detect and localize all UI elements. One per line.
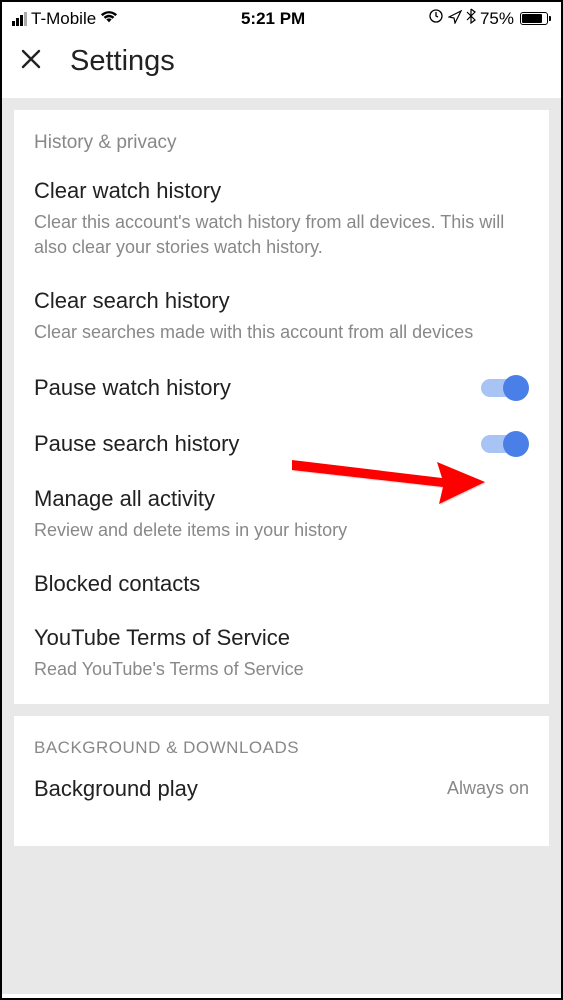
status-bar: T-Mobile 5:21 PM 75% <box>2 2 561 31</box>
carrier-label: T-Mobile <box>31 9 96 29</box>
item-title: Background play <box>34 776 198 802</box>
pause-watch-history-item: Pause watch history <box>34 374 529 402</box>
close-icon[interactable] <box>20 48 42 75</box>
item-desc: Clear this account's watch history from … <box>34 210 529 260</box>
item-title: Manage all activity <box>34 486 529 512</box>
status-left: T-Mobile <box>12 9 118 29</box>
clear-search-history-item[interactable]: Clear search history Clear searches made… <box>34 288 529 345</box>
item-desc: Read YouTube's Terms of Service <box>34 657 529 682</box>
orientation-lock-icon <box>428 8 444 29</box>
item-title: Blocked contacts <box>34 571 529 597</box>
background-play-item[interactable]: Background play Always on <box>34 776 529 802</box>
battery-percent: 75% <box>480 9 514 29</box>
signal-icon <box>12 12 27 26</box>
item-title: Clear watch history <box>34 178 529 204</box>
item-title: Clear search history <box>34 288 529 314</box>
content-area: History & privacy Clear watch history Cl… <box>2 98 561 994</box>
section-header-background: BACKGROUND & DOWNLOADS <box>34 738 529 758</box>
item-desc: Review and delete items in your history <box>34 518 529 543</box>
background-downloads-section: BACKGROUND & DOWNLOADS Background play A… <box>14 716 549 846</box>
item-desc: Clear searches made with this account fr… <box>34 320 529 345</box>
pause-search-history-toggle[interactable] <box>481 430 529 458</box>
wifi-icon <box>100 9 118 29</box>
clear-watch-history-item[interactable]: Clear watch history Clear this account's… <box>34 178 529 260</box>
pause-watch-history-toggle[interactable] <box>481 374 529 402</box>
status-right: 75% <box>428 8 551 29</box>
bluetooth-icon <box>466 8 476 29</box>
item-title: YouTube Terms of Service <box>34 625 529 651</box>
history-privacy-section: History & privacy Clear watch history Cl… <box>14 110 549 704</box>
youtube-terms-item[interactable]: YouTube Terms of Service Read YouTube's … <box>34 625 529 682</box>
pause-search-history-item: Pause search history <box>34 430 529 458</box>
section-header-history: History & privacy <box>34 132 529 154</box>
blocked-contacts-item[interactable]: Blocked contacts <box>34 571 529 597</box>
status-time: 5:21 PM <box>241 9 305 29</box>
location-icon <box>448 9 462 29</box>
header: Settings <box>2 31 561 98</box>
battery-icon <box>518 12 551 25</box>
manage-all-activity-item[interactable]: Manage all activity Review and delete it… <box>34 486 529 543</box>
item-value: Always on <box>447 778 529 799</box>
item-title: Pause search history <box>34 431 239 457</box>
item-title: Pause watch history <box>34 375 231 401</box>
page-title: Settings <box>70 45 175 78</box>
